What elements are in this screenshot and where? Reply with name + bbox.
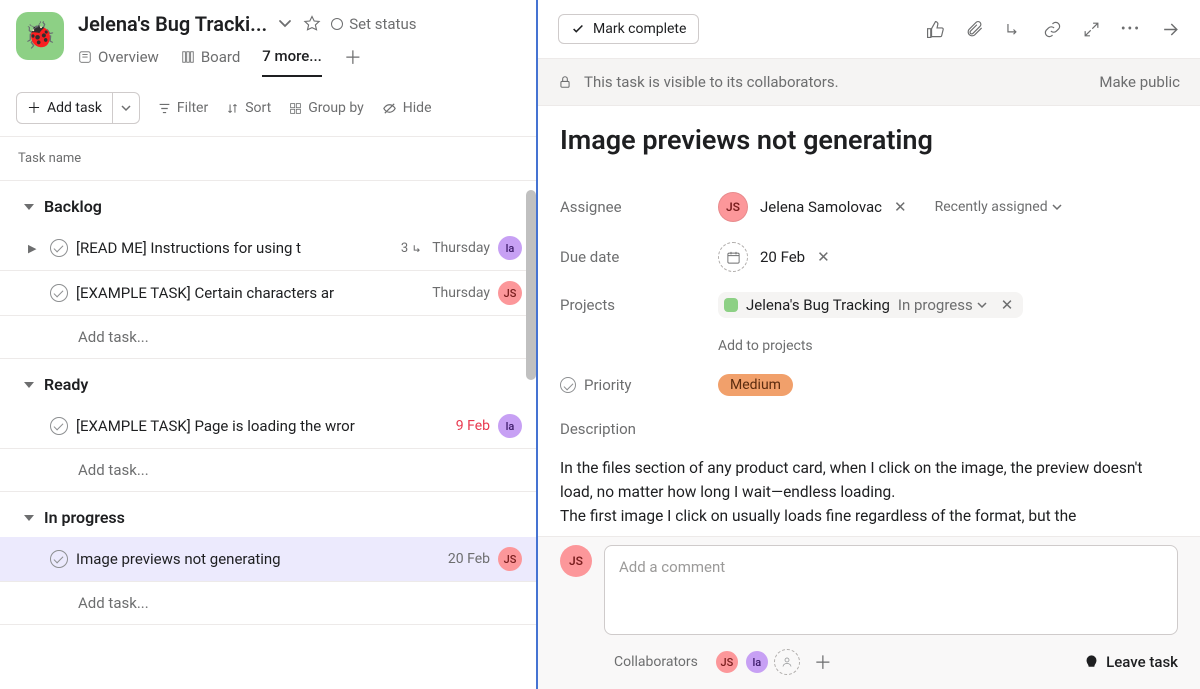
add-collaborator-button[interactable]: ＋ xyxy=(814,649,832,675)
task-date: Thursday xyxy=(432,240,490,256)
add-tab-button[interactable]: ＋ xyxy=(344,44,362,80)
comment-input[interactable]: Add a comment xyxy=(604,545,1178,635)
clear-due-date-button[interactable]: ✕ xyxy=(817,248,830,266)
subtask-icon[interactable] xyxy=(1004,20,1023,39)
scrollbar[interactable] xyxy=(526,190,536,380)
caret-down-icon xyxy=(24,382,34,388)
add-task-inline[interactable]: Add task... xyxy=(0,316,536,359)
set-status-label: Set status xyxy=(349,15,416,33)
more-icon[interactable]: ••• xyxy=(1121,21,1141,37)
calendar-icon[interactable] xyxy=(718,242,748,272)
project-color-icon xyxy=(724,298,738,312)
project-chip-name: Jelena's Bug Tracking xyxy=(746,296,890,314)
assignee-avatar[interactable]: la xyxy=(498,414,522,438)
section-header-ready[interactable]: Ready xyxy=(0,359,536,404)
assignee-avatar[interactable]: JS xyxy=(498,547,522,571)
task-name: Image previews not generating xyxy=(76,550,440,568)
subtask-count: 3 xyxy=(401,241,424,256)
task-row[interactable]: ▶ [READ ME] Instructions for using t 3 T… xyxy=(0,226,536,271)
group-by-button[interactable]: Group by xyxy=(289,100,364,116)
complete-checkbox[interactable] xyxy=(50,284,68,302)
assignee-avatar[interactable]: JS xyxy=(498,281,522,305)
add-task-button[interactable]: ＋ Add task xyxy=(16,92,113,124)
column-header-task-name: Task name xyxy=(0,137,536,181)
section-header-backlog[interactable]: Backlog xyxy=(0,181,536,226)
project-icon[interactable]: 🐞 xyxy=(16,12,64,60)
section-header-in-progress[interactable]: In progress xyxy=(0,492,536,537)
priority-badge[interactable]: Medium xyxy=(718,374,793,396)
lock-icon xyxy=(558,75,572,89)
filter-button[interactable]: Filter xyxy=(158,100,208,116)
leave-task-button[interactable]: Leave task xyxy=(1083,653,1178,671)
project-chip[interactable]: Jelena's Bug Tracking In progress ✕ xyxy=(718,292,1023,318)
expand-icon[interactable] xyxy=(1082,20,1101,39)
make-public-button[interactable]: Make public xyxy=(1099,73,1180,91)
visibility-message: This task is visible to its collaborator… xyxy=(584,73,839,91)
priority-field-icon xyxy=(560,377,576,393)
remove-project-button[interactable]: ✕ xyxy=(1001,296,1014,314)
caret-down-icon xyxy=(24,204,34,210)
assignee-avatar[interactable]: JS xyxy=(718,192,748,222)
description-text[interactable]: In the files section of any product card… xyxy=(560,456,1178,528)
add-task-caret[interactable] xyxy=(113,92,140,124)
task-date: Thursday xyxy=(432,285,490,301)
task-row[interactable]: Image previews not generating 20 Feb JS xyxy=(0,537,536,582)
collaborators-label: Collaborators xyxy=(614,654,698,670)
assignee-avatar[interactable]: la xyxy=(498,236,522,260)
mark-complete-button[interactable]: Mark complete xyxy=(558,14,699,44)
clear-assignee-button[interactable]: ✕ xyxy=(894,198,907,216)
caret-down-icon xyxy=(24,515,34,521)
tab-more[interactable]: 7 more... xyxy=(262,47,322,77)
add-collaborator-placeholder[interactable] xyxy=(774,649,800,675)
chevron-down-icon[interactable] xyxy=(277,16,293,32)
tab-board[interactable]: Board xyxy=(181,48,240,76)
collaborator-avatar[interactable]: la xyxy=(744,649,770,675)
star-icon[interactable] xyxy=(303,15,321,33)
due-date-label: Due date xyxy=(560,248,718,266)
task-name: [EXAMPLE TASK] Certain characters ar xyxy=(76,284,424,302)
hide-button[interactable]: Hide xyxy=(382,100,432,116)
add-task-inline[interactable]: Add task... xyxy=(0,449,536,492)
set-status-button[interactable]: Set status xyxy=(331,15,416,33)
sort-button[interactable]: Sort xyxy=(226,100,271,116)
due-date-value[interactable]: 20 Feb xyxy=(760,248,805,266)
task-date: 20 Feb xyxy=(448,551,490,567)
task-name: [READ ME] Instructions for using t xyxy=(76,239,393,257)
description-label: Description xyxy=(560,420,1178,438)
task-title[interactable]: Image previews not generating xyxy=(560,124,1178,156)
complete-checkbox[interactable] xyxy=(50,550,68,568)
link-icon[interactable] xyxy=(1043,20,1062,39)
complete-checkbox[interactable] xyxy=(50,239,68,257)
project-title[interactable]: Jelena's Bug Tracki... xyxy=(78,12,267,36)
task-row[interactable]: [EXAMPLE TASK] Certain characters ar Thu… xyxy=(0,271,536,316)
assignee-name: Jelena Samolovac xyxy=(760,198,882,216)
expand-icon[interactable]: ▶ xyxy=(28,242,42,255)
collaborator-avatar[interactable]: JS xyxy=(714,649,740,675)
assignee-section-dropdown[interactable]: Recently assigned xyxy=(935,199,1062,215)
like-icon[interactable] xyxy=(926,20,945,39)
add-to-projects-button[interactable]: Add to projects xyxy=(718,338,813,354)
add-task-inline[interactable]: Add task... xyxy=(0,582,536,625)
close-panel-icon[interactable] xyxy=(1161,20,1180,39)
projects-label: Projects xyxy=(560,292,718,314)
task-name: [EXAMPLE TASK] Page is loading the wror xyxy=(76,417,448,435)
attachment-icon[interactable] xyxy=(965,20,984,39)
project-section-dropdown[interactable]: In progress xyxy=(898,296,987,314)
current-user-avatar: JS xyxy=(560,545,592,577)
task-date: 9 Feb xyxy=(456,418,490,434)
complete-checkbox[interactable] xyxy=(50,417,68,435)
priority-label: Priority xyxy=(560,376,718,394)
assignee-label: Assignee xyxy=(560,198,718,216)
task-row[interactable]: [EXAMPLE TASK] Page is loading the wror … xyxy=(0,404,536,449)
tab-overview[interactable]: Overview xyxy=(78,48,159,76)
